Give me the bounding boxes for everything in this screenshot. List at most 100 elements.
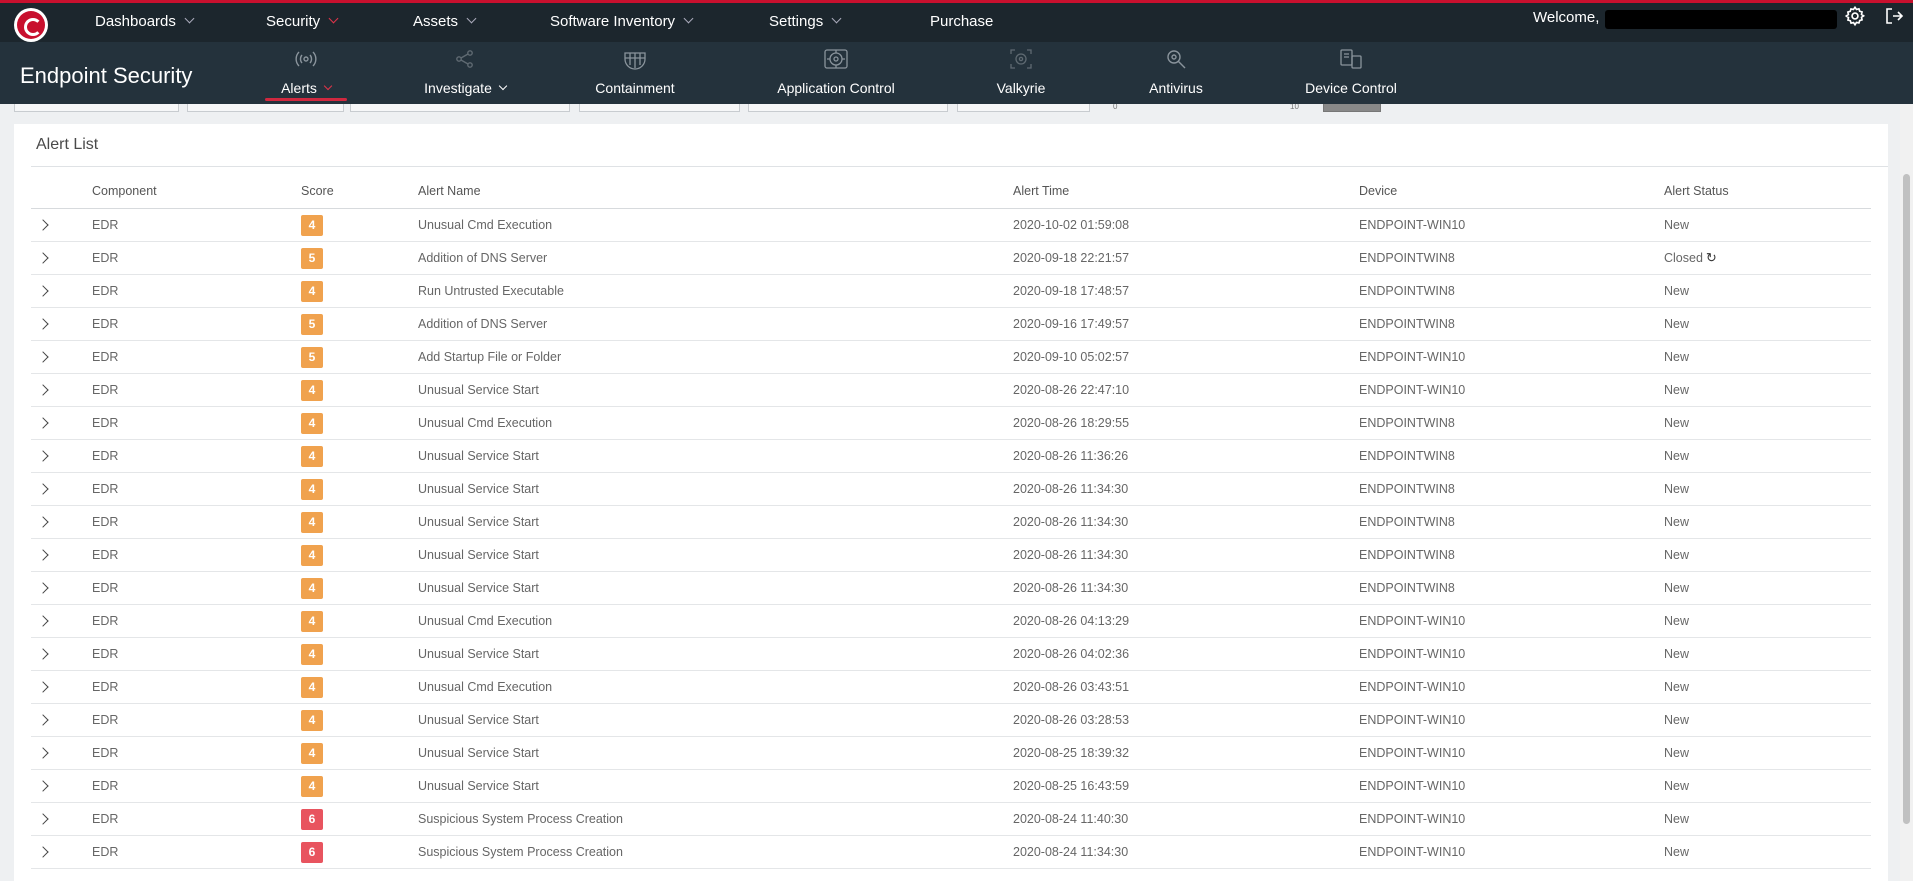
tab-antivirus[interactable]: Antivirus [1135, 42, 1217, 104]
tab-application-control[interactable]: Application Control [762, 42, 910, 104]
logout-icon[interactable] [1884, 6, 1904, 26]
filter-field[interactable] [187, 104, 344, 112]
chevron-right-icon[interactable] [37, 416, 49, 429]
gear-icon[interactable] [1844, 5, 1866, 33]
table-row[interactable]: EDR 5 Addition of DNS Server 2020-09-18 22:… [31, 241, 1871, 275]
filter-field[interactable] [957, 104, 1090, 112]
cell-device: ENDPOINTWIN8 [1359, 307, 1664, 341]
tab-investigate[interactable]: Investigate [415, 42, 515, 104]
globe-grid-icon [624, 52, 646, 70]
filter-button[interactable] [1323, 104, 1381, 112]
chevron-right-icon[interactable] [37, 383, 49, 396]
chevron-right-icon[interactable] [37, 581, 49, 594]
score-badge: 4 [301, 677, 323, 698]
table-row[interactable]: EDR 4 Unusual Service Start 2020-08-26 11:3… [31, 472, 1871, 506]
table-row[interactable]: EDR 4 Unusual Service Start 2020-08-26 22:4… [31, 373, 1871, 407]
cell-alert-time: 2020-10-02 01:59:08 [1013, 208, 1359, 242]
column-header-component[interactable]: Component [92, 175, 301, 209]
chevron-right-icon[interactable] [37, 548, 49, 561]
top-nav-bar: Dashboards Security Assets Software Inve… [0, 0, 1913, 42]
table-row[interactable]: EDR 4 Unusual Cmd Execution 2020-08-26 18:2… [31, 406, 1871, 440]
divider [31, 166, 1888, 167]
nav-software-inventory[interactable]: Software Inventory [550, 13, 694, 30]
table-row[interactable]: EDR 4 Unusual Service Start 2020-08-26 11:3… [31, 538, 1871, 572]
tab-device-control[interactable]: Device Control [1298, 42, 1404, 104]
brand-logo-icon[interactable] [14, 8, 48, 42]
nav-assets[interactable]: Assets [413, 13, 477, 30]
filter-field[interactable] [350, 104, 570, 112]
column-header-alert-name[interactable]: Alert Name [418, 175, 1013, 209]
table-row[interactable]: EDR 4 Unusual Service Start 2020-08-25 16:4… [31, 769, 1871, 803]
table-row[interactable]: EDR 4 Unusual Cmd Execution 2020-08-26 03:4… [31, 670, 1871, 704]
chevron-right-icon[interactable] [37, 680, 49, 693]
table-row[interactable]: EDR 5 Add Startup File or Folder 2020-09-10… [31, 340, 1871, 374]
cell-alert-name: Suspicious System Process Creation [418, 835, 1013, 869]
cell-alert-status: New [1664, 844, 1690, 859]
nav-dashboards[interactable]: Dashboards [95, 13, 195, 30]
tab-containment[interactable]: Containment [580, 42, 690, 104]
cell-alert-name: Unusual Service Start [418, 472, 1013, 506]
cell-alert-name: Addition of DNS Server [418, 307, 1013, 341]
chevron-right-icon[interactable] [37, 845, 49, 858]
chevron-right-icon[interactable] [37, 449, 49, 462]
table-row[interactable]: EDR 4 Unusual Service Start 2020-08-25 18:3… [31, 736, 1871, 770]
table-row[interactable]: EDR 6 Suspicious System Process Creation 20… [31, 802, 1871, 836]
reopen-icon[interactable]: ↻ [1706, 250, 1717, 266]
tab-alerts[interactable]: Alerts [265, 42, 347, 104]
cell-alert-name: Unusual Service Start [418, 538, 1013, 572]
chevron-right-icon[interactable] [37, 218, 49, 231]
table-row[interactable]: EDR 4 Run Untrusted Executable 2020-09-18 1… [31, 274, 1871, 308]
cell-device: ENDPOINT-WIN10 [1359, 736, 1664, 770]
chevron-down-icon [328, 13, 339, 24]
chevron-right-icon[interactable] [37, 647, 49, 660]
cell-component: EDR [92, 373, 301, 407]
vertical-scrollbar[interactable] [1900, 104, 1913, 881]
table-row[interactable]: EDR 4 Unusual Cmd Execution 2020-10-02 01:5… [31, 208, 1871, 242]
column-header-alert-time[interactable]: Alert Time [1013, 175, 1359, 209]
filter-field[interactable] [14, 104, 179, 112]
column-header-score[interactable]: Score [301, 175, 418, 209]
table-row[interactable]: EDR 5 Addition of DNS Server 2020-09-16 17:… [31, 307, 1871, 341]
tab-valkyrie[interactable]: Valkyrie [980, 42, 1062, 104]
chevron-right-icon[interactable] [37, 284, 49, 297]
filter-field[interactable] [748, 104, 948, 112]
chevron-down-icon [323, 81, 333, 91]
column-header-device[interactable]: Device [1359, 175, 1664, 209]
share-network-icon [456, 50, 473, 68]
column-header-expand [31, 175, 92, 209]
chevron-right-icon[interactable] [37, 614, 49, 627]
chevron-right-icon[interactable] [37, 779, 49, 792]
score-badge: 6 [301, 809, 323, 830]
devices-icon [1340, 49, 1362, 69]
score-badge: 4 [301, 776, 323, 797]
chevron-right-icon[interactable] [37, 812, 49, 825]
column-header-alert-status[interactable]: Alert Status [1664, 175, 1871, 209]
score-slider-max: 10 [1290, 104, 1299, 111]
filter-field[interactable] [579, 104, 740, 112]
chevron-right-icon[interactable] [37, 317, 49, 330]
table-row[interactable]: EDR 4 Unusual Service Start 2020-08-26 11:3… [31, 439, 1871, 473]
cell-component: EDR [92, 670, 301, 704]
cell-device: ENDPOINTWIN8 [1359, 505, 1664, 539]
cell-component: EDR [92, 637, 301, 671]
nav-settings[interactable]: Settings [769, 13, 842, 30]
score-badge: 4 [301, 545, 323, 566]
table-row[interactable]: EDR 6 Suspicious System Process Creation 20… [31, 835, 1871, 869]
chevron-right-icon[interactable] [37, 350, 49, 363]
table-row[interactable]: EDR 4 Unusual Service Start 2020-08-26 11:3… [31, 571, 1871, 605]
table-row[interactable]: EDR 4 Unusual Service Start 2020-08-26 04:0… [31, 637, 1871, 671]
cell-alert-status: New [1664, 283, 1690, 298]
chevron-right-icon[interactable] [37, 713, 49, 726]
table-row[interactable]: EDR 4 Unusual Service Start 2020-08-26 03:2… [31, 703, 1871, 737]
cell-alert-time: 2020-08-26 11:36:26 [1013, 439, 1359, 473]
scrollbar-thumb[interactable] [1903, 174, 1910, 824]
app-target-icon [824, 49, 848, 69]
nav-purchase[interactable]: Purchase [930, 13, 993, 30]
nav-security[interactable]: Security [266, 13, 339, 30]
chevron-right-icon[interactable] [37, 251, 49, 264]
table-row[interactable]: EDR 4 Unusual Service Start 2020-08-26 11:3… [31, 505, 1871, 539]
chevron-right-icon[interactable] [37, 482, 49, 495]
chevron-right-icon[interactable] [37, 515, 49, 528]
chevron-right-icon[interactable] [37, 746, 49, 759]
table-row[interactable]: EDR 4 Unusual Cmd Execution 2020-08-26 04:1… [31, 604, 1871, 638]
